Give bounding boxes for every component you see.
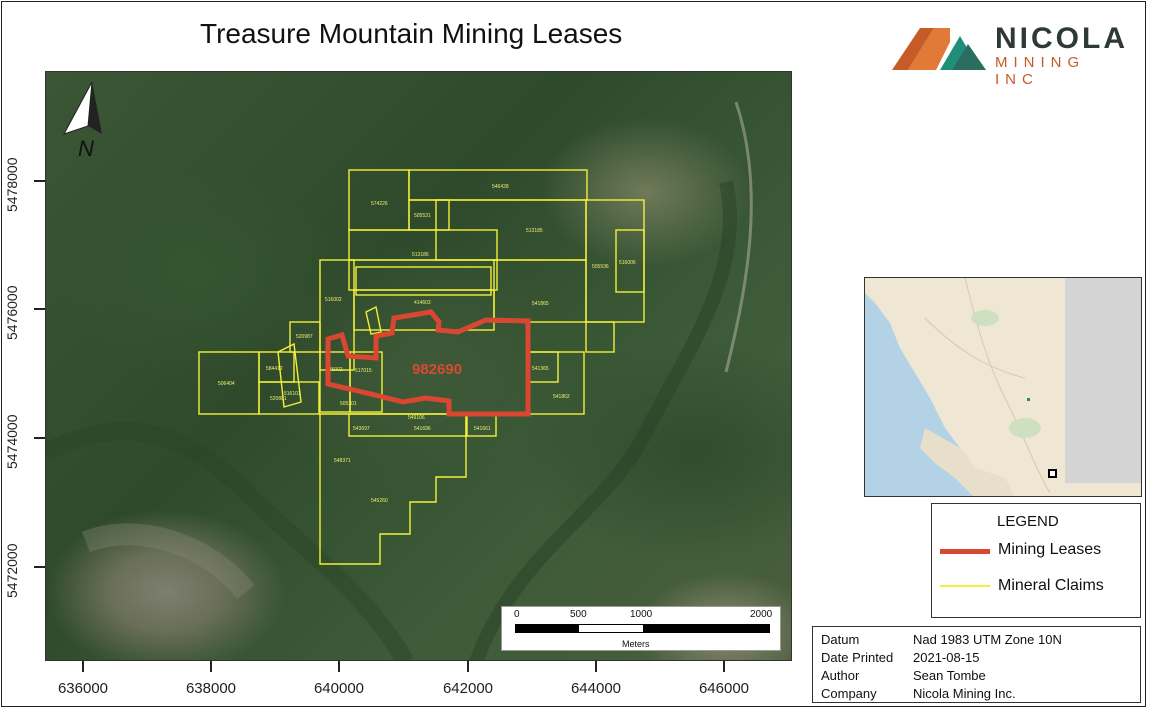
map-overlay: 574226 546428 505531 513185 513186 50553… xyxy=(46,101,753,660)
claim-label: 548371 xyxy=(334,458,351,464)
legend-label: Mineral Claims xyxy=(998,577,1104,594)
claim-label: 517015 xyxy=(355,368,372,374)
y-tick xyxy=(34,308,45,310)
x-tick xyxy=(210,661,212,672)
x-tick xyxy=(82,661,84,672)
y-tick-label: 5476000 xyxy=(4,285,20,340)
claim-label: 546428 xyxy=(492,184,509,190)
claim-label: 513186 xyxy=(412,252,429,258)
claim-label: 516002 xyxy=(325,297,342,303)
y-tick xyxy=(34,437,45,439)
x-tick xyxy=(467,661,469,672)
nicola-logo-icon xyxy=(892,28,986,70)
satellite-map[interactable]: 574226 546428 505531 513185 513186 50553… xyxy=(45,71,792,661)
info-value: Nad 1983 UTM Zone 10N xyxy=(913,632,1062,647)
legend-label: Mining Leases xyxy=(998,541,1102,558)
info-value: 2021-08-15 xyxy=(913,650,980,665)
claim-label: 574226 xyxy=(371,201,388,207)
inset-map-graphic xyxy=(865,278,1141,496)
x-tick-label: 640000 xyxy=(313,680,365,697)
info-row-company: Company Nicola Mining Inc. xyxy=(821,686,1016,701)
info-row-author: Author Sean Tombe xyxy=(821,668,986,683)
legend-swatch-mineral-claims xyxy=(940,585,990,587)
y-tick-label: 5474000 xyxy=(4,414,20,469)
y-tick xyxy=(34,180,45,182)
info-key: Company xyxy=(821,686,877,701)
map-info-block: Datum Nad 1983 UTM Zone 10N Date Printed… xyxy=(812,626,1141,703)
claim-label: 506404 xyxy=(218,381,235,387)
x-tick-label: 636000 xyxy=(57,680,109,697)
info-row-date-printed: Date Printed 2021-08-15 xyxy=(821,650,980,665)
scale-tick: 500 xyxy=(570,609,587,620)
scale-bar-graphic xyxy=(515,624,770,633)
north-arrow-icon: N xyxy=(62,81,102,161)
info-value: Sean Tombe xyxy=(913,668,986,683)
claim-label: 541661 xyxy=(474,426,491,432)
claim-label: 541365 xyxy=(532,366,549,372)
claim-label: 505536 xyxy=(592,264,609,270)
claim-label: 505301 xyxy=(340,401,357,407)
x-tick-label: 646000 xyxy=(698,680,750,697)
claim-label: 541696 xyxy=(414,426,431,432)
claim-label: 545260 xyxy=(371,498,388,504)
legend-swatch-mining-leases xyxy=(940,549,990,554)
lease-label: 982690 xyxy=(412,361,462,378)
x-tick xyxy=(338,661,340,672)
claim-label: 549106 xyxy=(408,415,425,421)
info-row-datum: Datum Nad 1983 UTM Zone 10N xyxy=(821,632,1062,647)
claim-labels: 574226 546428 505531 513185 513186 50553… xyxy=(218,184,636,504)
scale-tick: 2000 xyxy=(750,609,773,620)
info-key: Date Printed xyxy=(821,650,894,665)
logo-subtitle: MINING INC xyxy=(995,54,1086,88)
y-tick-label: 5478000 xyxy=(4,157,20,212)
scale-tick: 1000 xyxy=(630,609,653,620)
claim-label: 513185 xyxy=(526,228,543,234)
legend: LEGEND Mining Leases Mineral Claims xyxy=(931,503,1141,618)
north-label: N xyxy=(78,136,94,160)
info-key: Author xyxy=(821,668,860,683)
claim-label: 516101 xyxy=(284,391,301,397)
map-title: Treasure Mountain Mining Leases xyxy=(200,18,623,49)
inset-locator-map xyxy=(864,277,1142,497)
north-arrow: N xyxy=(58,78,108,161)
claim-label: 584412 xyxy=(266,366,283,372)
claim-label: 414603 xyxy=(414,300,431,306)
claim-label: 516006 xyxy=(619,260,636,266)
x-tick-label: 642000 xyxy=(442,680,494,697)
scale-bar: 0 500 1000 2000 Meters xyxy=(501,606,781,651)
logo-name: NICOLA xyxy=(995,22,1128,55)
y-tick-label: 5472000 xyxy=(4,543,20,598)
legend-title: LEGEND xyxy=(997,513,1059,530)
claim-label: 505531 xyxy=(414,213,431,219)
info-value: Nicola Mining Inc. xyxy=(913,686,1016,701)
x-tick-label: 644000 xyxy=(570,680,622,697)
info-key: Datum xyxy=(821,632,860,647)
company-logo: NICOLA MINING INC xyxy=(890,22,1130,88)
claim-label: 543697 xyxy=(353,426,370,432)
scale-tick: 0 xyxy=(514,609,520,620)
x-tick xyxy=(595,661,597,672)
x-tick xyxy=(723,661,725,672)
claim-label: 520987 xyxy=(296,334,313,340)
claim-label: 541862 xyxy=(553,394,570,400)
x-tick-label: 638000 xyxy=(185,680,237,697)
claim-label: 541865 xyxy=(532,301,549,307)
y-tick xyxy=(34,566,45,568)
scale-units: Meters xyxy=(622,639,650,649)
